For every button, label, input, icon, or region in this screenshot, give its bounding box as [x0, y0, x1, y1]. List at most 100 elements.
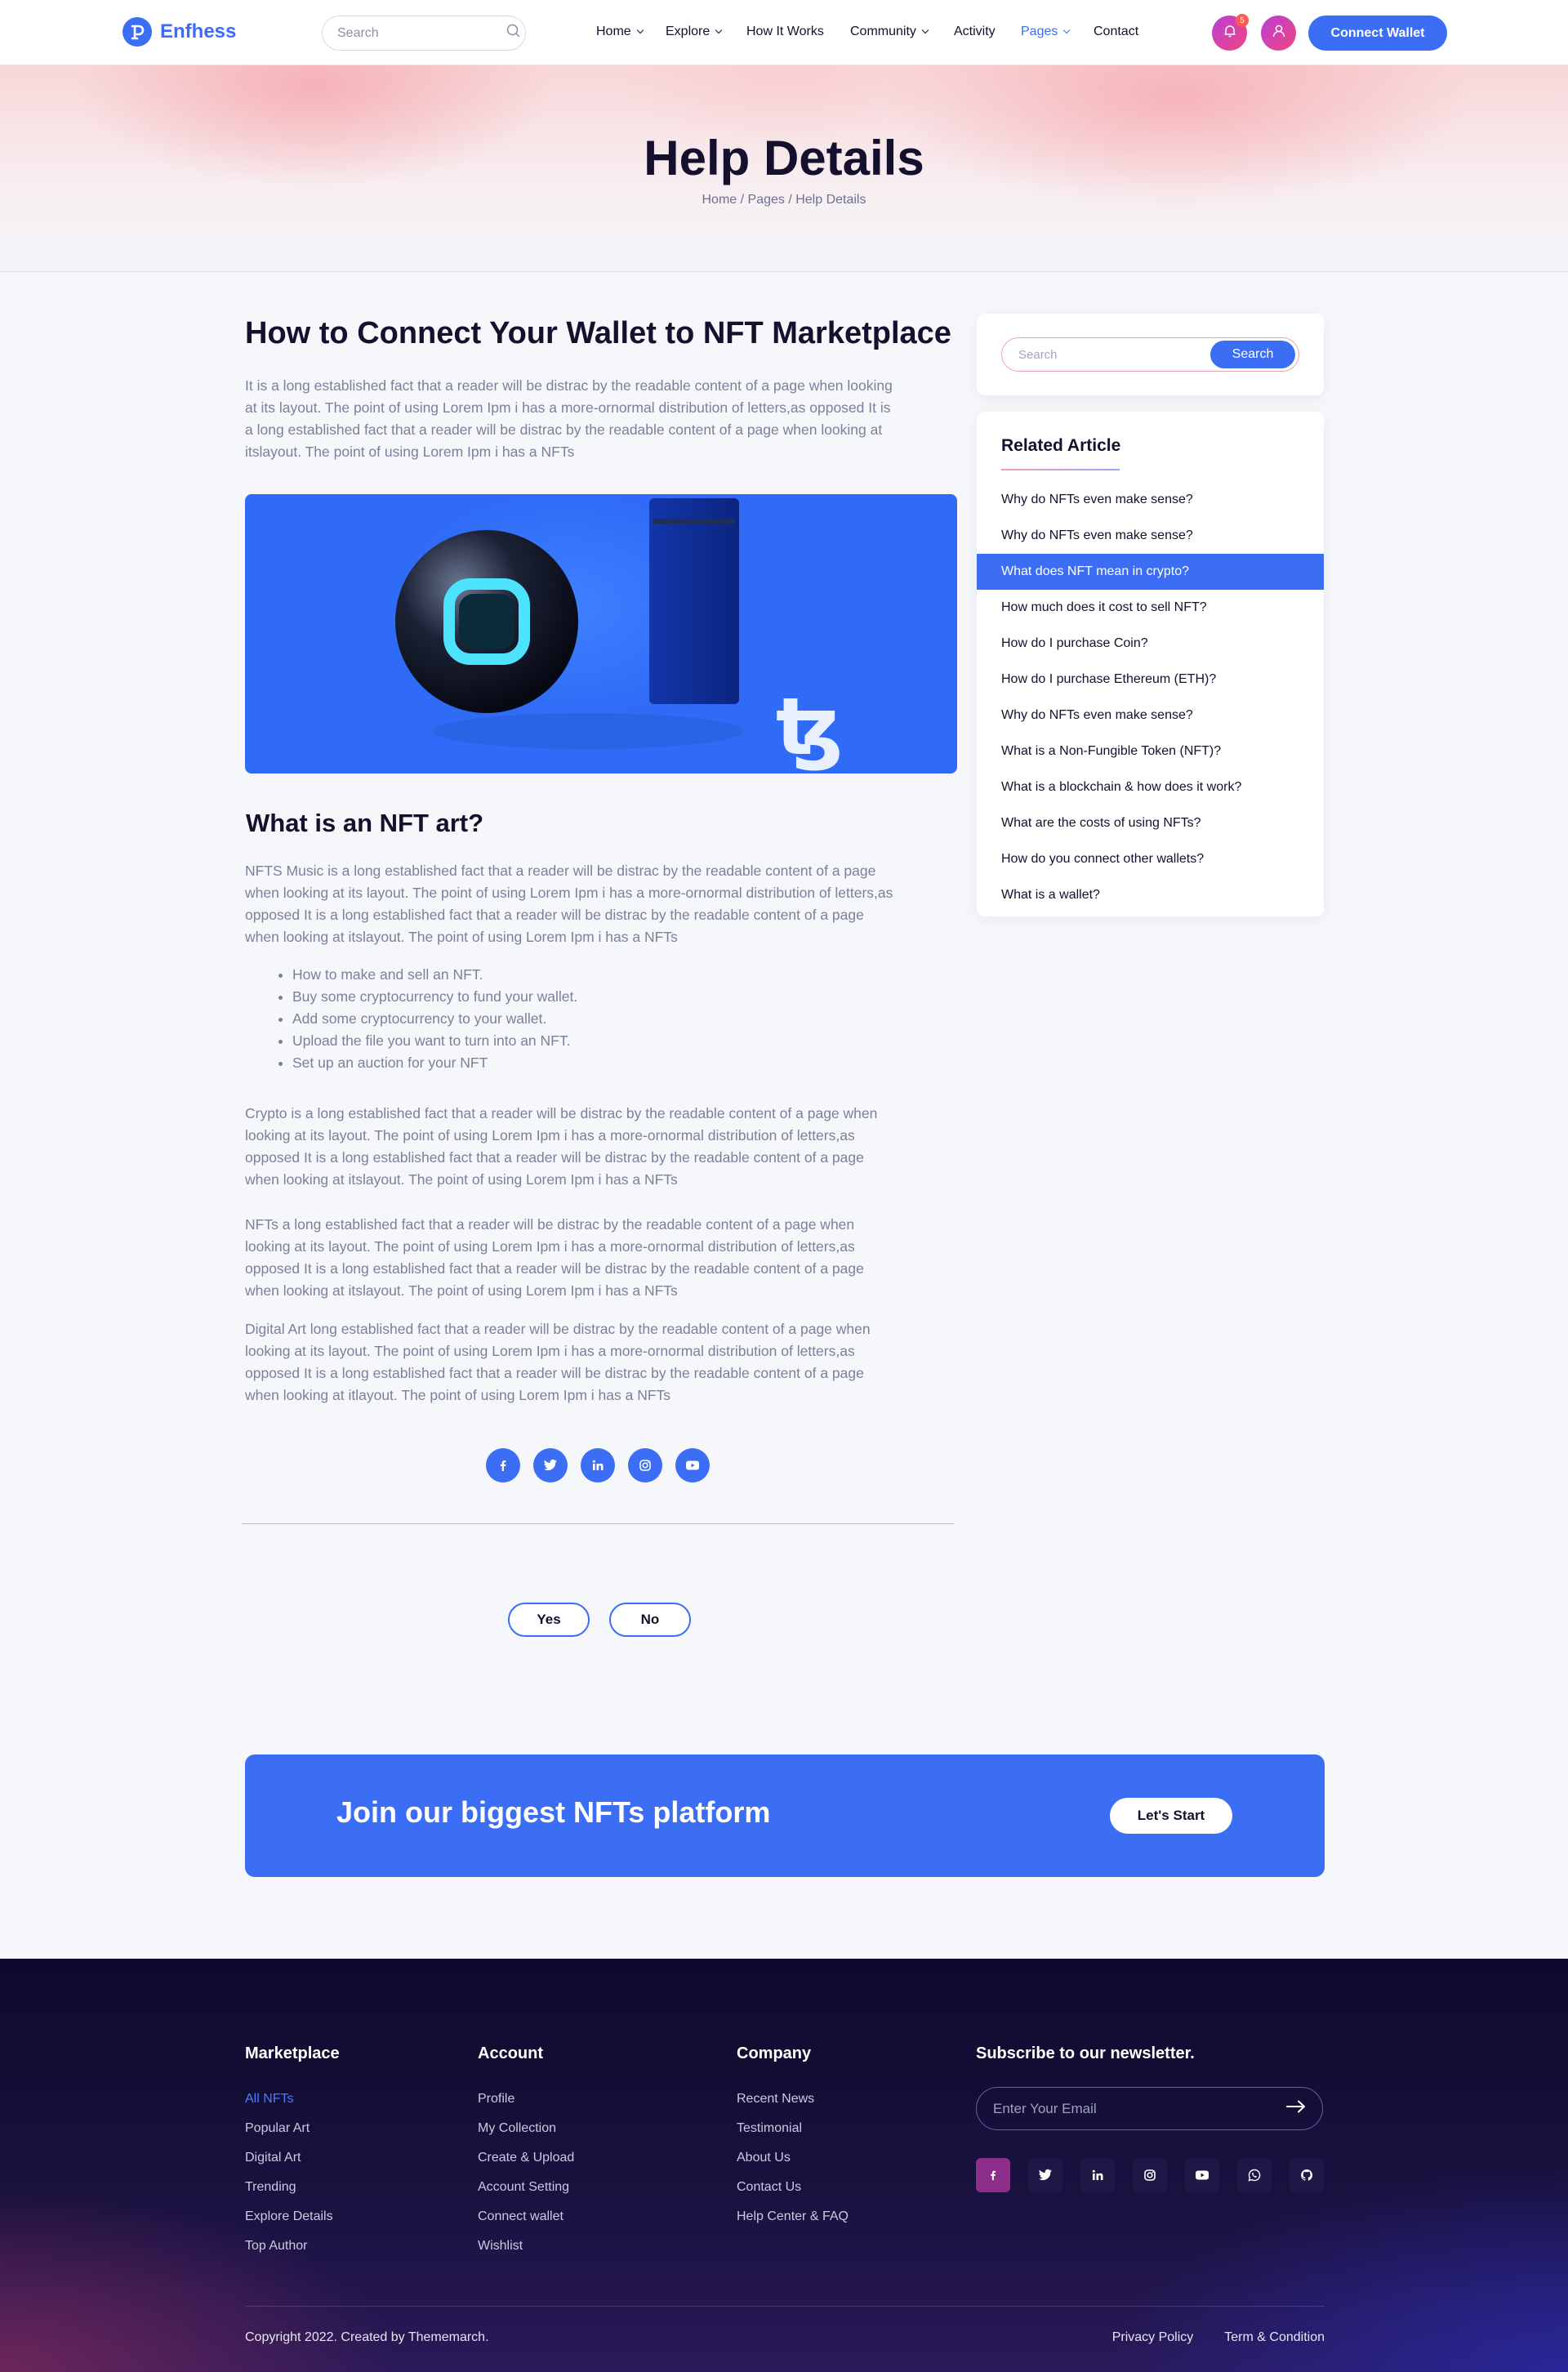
nav-home[interactable]: Home	[596, 25, 644, 39]
terms-link[interactable]: Term & Condition	[1224, 2330, 1325, 2345]
footer-link[interactable]: Profile	[478, 2084, 574, 2114]
footer-link[interactable]: My Collection	[478, 2114, 574, 2143]
footer-column-company: Company Recent News Testimonial About Us…	[737, 2044, 849, 2232]
yes-button[interactable]: Yes	[508, 1603, 590, 1637]
linkedin-icon[interactable]	[1080, 2158, 1115, 2192]
related-item[interactable]: Why do NFTs even make sense?	[977, 698, 1324, 733]
arrow-right-icon[interactable]	[1286, 2100, 1306, 2117]
footer-link[interactable]: Explore Details	[245, 2202, 340, 2232]
list-item: How to make and sell an NFT.	[292, 964, 577, 986]
list-item: Set up an auction for your NFT	[292, 1052, 577, 1074]
footer-link[interactable]: Trending	[245, 2173, 340, 2202]
share-buttons	[486, 1448, 710, 1482]
steps-list: How to make and sell an NFT. Buy some cr…	[292, 964, 577, 1074]
nav-how-it-works[interactable]: How It Works	[746, 25, 824, 39]
copyright-text: Copyright 2022. Created by Thememarch.	[245, 2330, 489, 2344]
related-item-active[interactable]: What does NFT mean in crypto?	[977, 554, 1324, 590]
article-title: How to Connect Your Wallet to NFT Market…	[245, 316, 951, 350]
user-icon	[1272, 24, 1286, 42]
lets-start-button[interactable]: Let's Start	[1110, 1798, 1232, 1834]
related-item[interactable]: Why do NFTs even make sense?	[977, 482, 1324, 518]
nav-contact[interactable]: Contact	[1094, 25, 1138, 39]
related-item[interactable]: Why do NFTs even make sense?	[977, 518, 1324, 554]
footer-column-account: Account Profile My Collection Create & U…	[478, 2044, 574, 2261]
related-underline	[1001, 469, 1120, 470]
nav-activity[interactable]: Activity	[954, 25, 996, 39]
footer-column-marketplace: Marketplace All NFTs Popular Art Digital…	[245, 2044, 340, 2261]
footer-link[interactable]: Top Author	[245, 2232, 340, 2261]
newsletter-heading: Subscribe to our newsletter.	[976, 2044, 1195, 2062]
youtube-icon[interactable]	[675, 1448, 710, 1482]
sidebar-search-input[interactable]	[1018, 347, 1210, 362]
footer-link[interactable]: Wishlist	[478, 2232, 574, 2261]
nav-community[interactable]: Community	[850, 25, 929, 39]
list-item: Upload the file you want to turn into an…	[292, 1030, 577, 1052]
related-item[interactable]: How much does it cost to sell NFT?	[977, 590, 1324, 626]
related-item[interactable]: How do you connect other wallets?	[977, 841, 1324, 877]
logo[interactable]: Enfhess	[122, 17, 236, 47]
related-item[interactable]: What is a Non-Fungible Token (NFT)?	[977, 733, 1324, 769]
header-search	[322, 16, 526, 51]
github-icon[interactable]	[1290, 2158, 1324, 2192]
related-item[interactable]: How do I purchase Ethereum (ETH)?	[977, 662, 1324, 698]
footer-link[interactable]: Create & Upload	[478, 2143, 574, 2173]
footer-link[interactable]: Contact Us	[737, 2173, 849, 2202]
breadcrumb[interactable]: Home / Pages / Help Details	[0, 193, 1568, 207]
footer-link[interactable]: Digital Art	[245, 2143, 340, 2173]
profile-button[interactable]	[1261, 16, 1296, 51]
nft-3d-illustration: ꜩ	[395, 498, 843, 773]
footer-link[interactable]: Account Setting	[478, 2173, 574, 2202]
search-icon[interactable]	[506, 24, 521, 42]
helpful-stat: 1 out of 1 found this helpful	[522, 1656, 680, 1670]
tezos-icon: ꜩ	[776, 681, 843, 773]
footer-link[interactable]: Recent News	[737, 2084, 849, 2114]
list-item: Buy some cryptocurrency to fund your wal…	[292, 986, 577, 1008]
paragraph-nfts: NFTs a long established fact that a read…	[245, 1216, 864, 1299]
footer-link[interactable]: All NFTs	[245, 2084, 340, 2114]
sidebar-search-card: Search	[977, 314, 1324, 395]
header-search-input[interactable]	[337, 25, 506, 41]
instagram-icon[interactable]	[628, 1448, 662, 1482]
page-banner: Help Details Home / Pages / Help Details	[0, 65, 1568, 272]
newsletter-email-input[interactable]	[993, 2100, 1286, 2117]
youtube-icon[interactable]	[1185, 2158, 1219, 2192]
section-heading: What is an NFT art?	[246, 809, 484, 837]
notification-button[interactable]: 5	[1212, 14, 1249, 51]
related-item[interactable]: What is a wallet?	[977, 877, 1324, 913]
no-button[interactable]: No	[609, 1603, 691, 1637]
linkedin-icon[interactable]	[581, 1448, 615, 1482]
instagram-icon[interactable]	[1133, 2158, 1167, 2192]
privacy-policy-link[interactable]: Privacy Policy	[1112, 2330, 1194, 2345]
twitter-icon[interactable]	[533, 1448, 568, 1482]
footer-link[interactable]: Help Center & FAQ	[737, 2202, 849, 2232]
footer-newsletter: Subscribe to our newsletter.	[976, 2044, 1324, 2208]
facebook-icon[interactable]	[976, 2158, 1010, 2192]
footer-divider	[245, 2306, 1325, 2307]
related-item[interactable]: What is a blockchain & how does it work?	[977, 769, 1324, 805]
related-item[interactable]: How do I purchase Coin?	[977, 626, 1324, 662]
connect-wallet-button[interactable]: Connect Wallet	[1308, 16, 1447, 51]
article-hero-image: ꜩ	[245, 494, 957, 774]
logo-text: Enfhess	[160, 20, 237, 42]
footer-link[interactable]: Popular Art	[245, 2114, 340, 2143]
footer-link[interactable]: Testimonial	[737, 2114, 849, 2143]
footer-link[interactable]: Connect wallet	[478, 2202, 574, 2232]
section-paragraph: NFTS Music is a long established fact th…	[245, 863, 893, 945]
related-item[interactable]: What are the costs of using NFTs?	[977, 805, 1324, 841]
chevron-down-icon	[921, 26, 929, 34]
nav-pages[interactable]: Pages	[1021, 25, 1071, 39]
footer-legal-links: Privacy Policy Term & Condition	[1112, 2330, 1325, 2345]
cta-banner: Join our biggest NFTs platform Let's Sta…	[245, 1754, 1325, 1877]
site-footer: Marketplace All NFTs Popular Art Digital…	[0, 1959, 1568, 2372]
related-articles-card: Related Article Why do NFTs even make se…	[977, 412, 1324, 916]
twitter-icon[interactable]	[1028, 2158, 1062, 2192]
sidebar-search: Search	[1001, 337, 1299, 372]
chevron-down-icon	[715, 26, 723, 34]
whatsapp-icon[interactable]	[1237, 2158, 1272, 2192]
facebook-icon[interactable]	[486, 1448, 520, 1482]
chevron-down-icon	[636, 26, 644, 34]
sidebar-search-button[interactable]: Search	[1210, 341, 1295, 368]
footer-link[interactable]: About Us	[737, 2143, 849, 2173]
site-header: Enfhess Home Explore How It Works Commun…	[0, 0, 1568, 65]
nav-explore[interactable]: Explore	[666, 25, 723, 39]
